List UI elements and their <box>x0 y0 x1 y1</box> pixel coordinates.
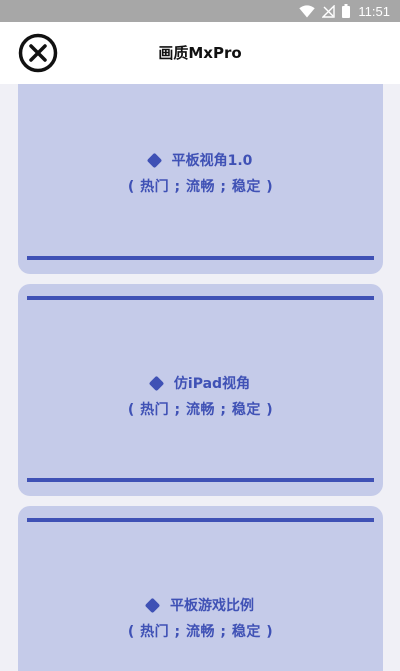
diamond-bullet-icon <box>146 152 162 168</box>
diamond-bullet-icon <box>148 375 165 391</box>
card-divider <box>27 256 374 260</box>
diamond-bullet-icon <box>144 597 161 613</box>
option-tags: ( 热门 ; 流畅 ; 稳定 ) <box>127 179 274 195</box>
option-label: 仿iPad视角 <box>173 376 251 392</box>
option-label-line: 仿iPad视角 <box>18 373 383 393</box>
option-tags: ( 热门 ; 流畅 ; 稳定 ) <box>127 402 274 418</box>
option-card-ipad-view[interactable]: 仿iPad视角 ( 热门 ; 流畅 ; 稳定 ) <box>18 284 383 496</box>
title-bar: 画质MxPro <box>0 22 400 84</box>
option-card-tablet-view[interactable]: 平板视角1.0 ( 热门 ; 流畅 ; 稳定 ) <box>18 84 383 274</box>
option-label: 平板视角1.0 <box>171 153 253 169</box>
option-card-tablet-ratio[interactable]: 平板游戏比例 ( 热门 ; 流畅 ; 稳定 ) <box>18 506 383 671</box>
card-divider <box>27 478 374 482</box>
status-bar: 11:51 <box>0 0 400 22</box>
card-divider <box>27 518 374 522</box>
option-label-line: 平板游戏比例 <box>18 595 383 615</box>
status-time: 11:51 <box>358 3 390 19</box>
options-list: 平板视角1.0 ( 热门 ; 流畅 ; 稳定 ) 仿iPad视角 ( 热门 ; … <box>0 84 400 671</box>
no-signal-icon <box>322 4 336 18</box>
page-title: 画质MxPro <box>158 44 242 62</box>
option-label: 平板游戏比例 <box>170 598 254 614</box>
close-button[interactable] <box>16 31 60 75</box>
wifi-icon <box>299 4 316 18</box>
card-divider <box>27 296 374 300</box>
close-circle-icon <box>18 33 58 73</box>
option-tags: ( 热门 ; 流畅 ; 稳定 ) <box>127 624 274 640</box>
option-label-line: 平板视角1.0 <box>18 150 383 170</box>
battery-icon <box>342 4 351 18</box>
